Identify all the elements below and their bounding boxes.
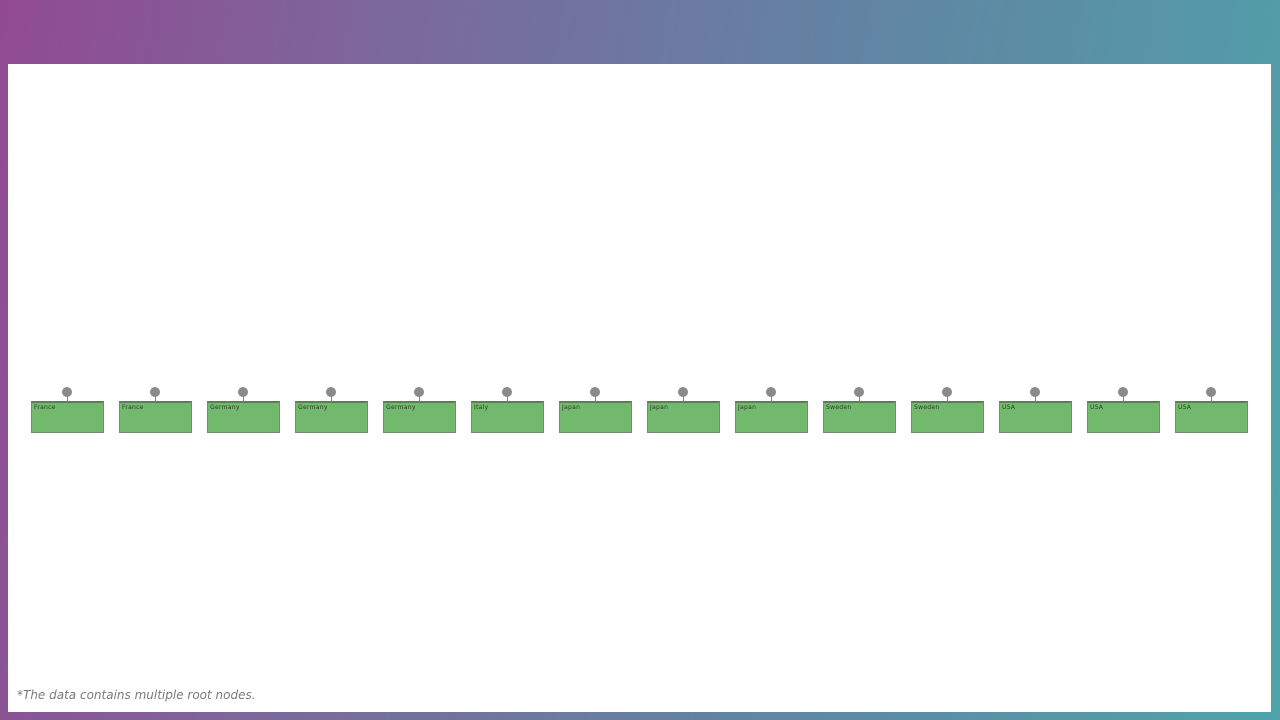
node-card[interactable]: Japan	[735, 401, 808, 433]
node-card[interactable]: USA	[1087, 401, 1160, 433]
node-label: USA	[1178, 404, 1192, 411]
node-card[interactable]: Japan	[647, 401, 720, 433]
node-label: Sweden	[826, 404, 852, 411]
node-label: USA	[1090, 404, 1104, 411]
tree-node[interactable]: Italy	[471, 387, 544, 433]
node-card[interactable]: Germany	[295, 401, 368, 433]
node-label: Japan	[562, 404, 581, 411]
tree-node[interactable]: Japan	[735, 387, 808, 433]
tree-node[interactable]: USA	[999, 387, 1072, 433]
node-label: Italy	[474, 404, 489, 411]
tree-node[interactable]: Japan	[559, 387, 632, 433]
node-label: France	[122, 404, 144, 411]
tree-node[interactable]: Sweden	[911, 387, 984, 433]
tree-node[interactable]: USA	[1087, 387, 1160, 433]
tree-node[interactable]: France	[31, 387, 104, 433]
tree-node[interactable]: Germany	[295, 387, 368, 433]
node-card[interactable]: USA	[1175, 401, 1248, 433]
diagram-canvas: France France Germany Germany Germany It	[8, 64, 1271, 712]
node-card[interactable]: Germany	[207, 401, 280, 433]
node-card[interactable]: Italy	[471, 401, 544, 433]
tree-node[interactable]: Sweden	[823, 387, 896, 433]
node-card[interactable]: Germany	[383, 401, 456, 433]
node-label: Germany	[386, 404, 416, 411]
node-card[interactable]: USA	[999, 401, 1072, 433]
node-label: Germany	[298, 404, 328, 411]
node-label: USA	[1002, 404, 1016, 411]
node-label: Germany	[210, 404, 240, 411]
node-card[interactable]: Sweden	[823, 401, 896, 433]
tree-node[interactable]: Germany	[207, 387, 280, 433]
tree-node[interactable]: Japan	[647, 387, 720, 433]
node-card[interactable]: Japan	[559, 401, 632, 433]
node-card[interactable]: France	[119, 401, 192, 433]
tree-node[interactable]: USA	[1175, 387, 1248, 433]
tree-node[interactable]: Germany	[383, 387, 456, 433]
node-label: Japan	[738, 404, 757, 411]
node-label: Sweden	[914, 404, 940, 411]
tree-node[interactable]: France	[119, 387, 192, 433]
node-card[interactable]: France	[31, 401, 104, 433]
node-card[interactable]: Sweden	[911, 401, 984, 433]
footnote-text: *The data contains multiple root nodes.	[17, 688, 256, 702]
node-label: France	[34, 404, 56, 411]
node-label: Japan	[650, 404, 669, 411]
